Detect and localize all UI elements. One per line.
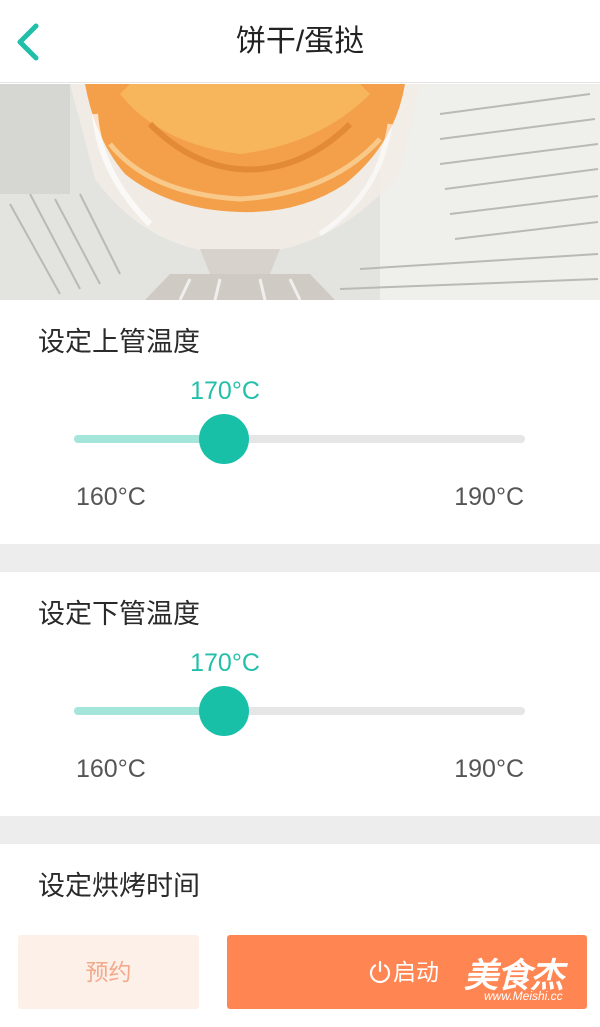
upper-temp-min-label: 160°C <box>76 483 146 511</box>
nav-bar: 饼干/蛋挞 <box>0 0 600 83</box>
page-title: 饼干/蛋挞 <box>235 25 365 58</box>
upper-temp-title: 设定上管温度 <box>38 327 200 357</box>
upper-temp-slider-thumb[interactable] <box>199 414 250 464</box>
watermark-url: www.Meishi.cc <box>484 989 563 1003</box>
section-divider <box>0 544 600 572</box>
lower-temp-value: 170°C <box>190 649 260 677</box>
start-button-label: 启动 <box>393 959 439 985</box>
lower-temp-slider-thumb[interactable] <box>199 686 250 736</box>
lower-temp-max-label: 190°C <box>454 755 524 783</box>
upper-temp-max-label: 190°C <box>454 483 524 511</box>
start-button-content: 启动 <box>367 935 439 1009</box>
upper-temp-value: 170°C <box>190 377 260 405</box>
lower-temp-min-label: 160°C <box>76 755 146 783</box>
watermark-logo: 美食杰 www.Meishi.cc <box>462 948 592 1008</box>
section-divider <box>0 816 600 844</box>
upper-temp-section: 设定上管温度 170°C 160°C 190°C <box>0 300 600 544</box>
upper-temp-slider[interactable] <box>74 414 525 464</box>
lower-temp-slider[interactable] <box>74 686 525 736</box>
bake-time-title[interactable]: 设定烘烤时间 <box>38 864 200 903</box>
lower-temp-section: 设定下管温度 170°C 160°C 190°C <box>0 572 600 816</box>
reserve-button[interactable]: 预约 <box>18 935 199 1009</box>
power-icon <box>369 960 391 983</box>
lower-temp-title: 设定下管温度 <box>38 599 200 629</box>
recipe-photo <box>0 84 600 300</box>
